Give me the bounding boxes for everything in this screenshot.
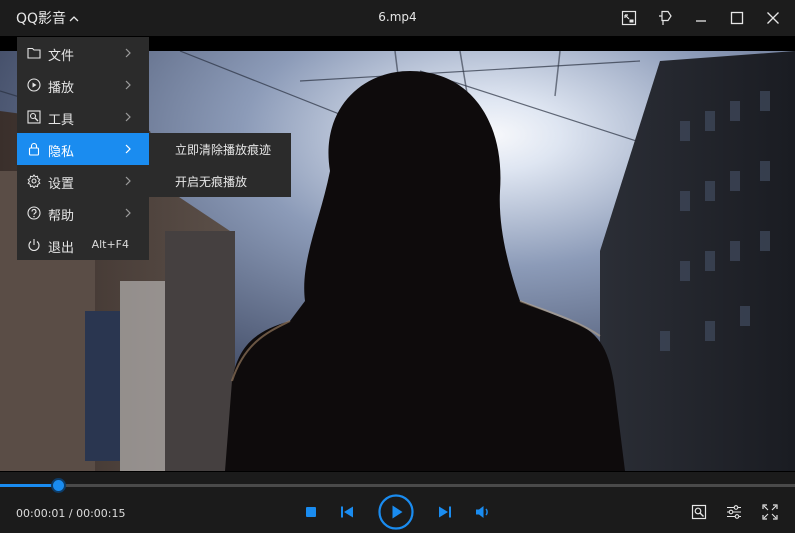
chevron-up-icon [69,16,79,22]
pin-button[interactable] [653,6,677,30]
menu-item-settings[interactable]: 设置 [17,165,149,197]
menu-item-play[interactable]: 播放 [17,69,149,101]
maximize-icon [730,11,744,25]
menu-item-privacy[interactable]: 隐私 [17,133,149,165]
menu-item-label: 设置 [48,177,75,192]
equalizer-settings-button[interactable] [723,501,745,523]
menu-item-label: 帮助 [48,209,75,224]
menu-item-tools[interactable]: 工具 [17,101,149,133]
chevron-right-icon [125,144,131,154]
control-bar: 00:00:01 / 00:00:15 [0,472,795,533]
menu-item-label: 隐私 [48,145,75,160]
progress-handle[interactable] [51,478,67,493]
fullscreen-icon [762,504,778,520]
folder-icon [27,47,41,59]
lock-icon [28,142,40,156]
skip-previous-icon [341,506,353,518]
play-icon [378,494,414,530]
chevron-right-icon [125,48,131,58]
skip-next-icon [439,506,451,518]
sliders-icon [727,505,741,519]
title-bar: QQ影音 6.mp4 [0,0,795,36]
stop-button[interactable] [302,503,320,521]
chevron-right-icon [125,112,131,122]
help-icon [27,206,41,220]
volume-icon [476,506,488,518]
maximize-button[interactable] [725,6,749,30]
toolbox-button[interactable] [688,501,710,523]
progress-fill [0,484,59,487]
chevron-right-icon [125,176,131,186]
menu-item-label: 文件 [48,49,75,64]
time-display: 00:00:01 / 00:00:15 [16,507,126,520]
pin-icon [659,10,672,25]
chevron-right-icon [125,80,131,90]
mini-mode-icon [621,10,637,26]
play-circle-icon [27,78,41,92]
chevron-right-icon [125,208,131,218]
progress-bar[interactable] [0,478,795,493]
menu-item-help[interactable]: 帮助 [17,197,149,229]
submenu-item-clear-history[interactable]: 立即清除播放痕迹 [149,133,291,165]
tools-icon [27,110,41,124]
next-button[interactable] [435,503,455,521]
menu-item-shortcut: Alt+F4 [91,238,129,251]
menu-item-label: 工具 [48,113,75,128]
menu-item-label: 退出 [48,241,75,256]
privacy-submenu: 立即清除播放痕迹 开启无痕播放 [149,133,291,197]
volume-button[interactable] [472,503,494,521]
previous-button[interactable] [337,503,357,521]
app-name: QQ影音 [16,11,67,27]
minimize-button[interactable] [689,6,713,30]
close-icon [767,12,779,24]
minimize-icon [696,20,706,22]
menu-item-file[interactable]: 文件 [17,37,149,69]
stop-icon [306,507,316,517]
gear-icon [27,174,41,188]
play-button[interactable] [378,494,414,530]
submenu-item-incognito-play[interactable]: 开启无痕播放 [149,165,291,197]
app-menu-button[interactable]: QQ影音 [16,8,79,28]
close-button[interactable] [761,6,785,30]
mini-mode-button[interactable] [617,6,641,30]
main-menu: 文件 播放 工具 隐私 设置 帮助 退出 Alt+F4 [17,37,149,260]
menu-item-exit[interactable]: 退出 Alt+F4 [17,229,149,261]
menu-item-label: 播放 [48,81,75,96]
fullscreen-button[interactable] [759,501,781,523]
toolbox-icon [691,504,707,520]
power-icon [28,239,40,252]
